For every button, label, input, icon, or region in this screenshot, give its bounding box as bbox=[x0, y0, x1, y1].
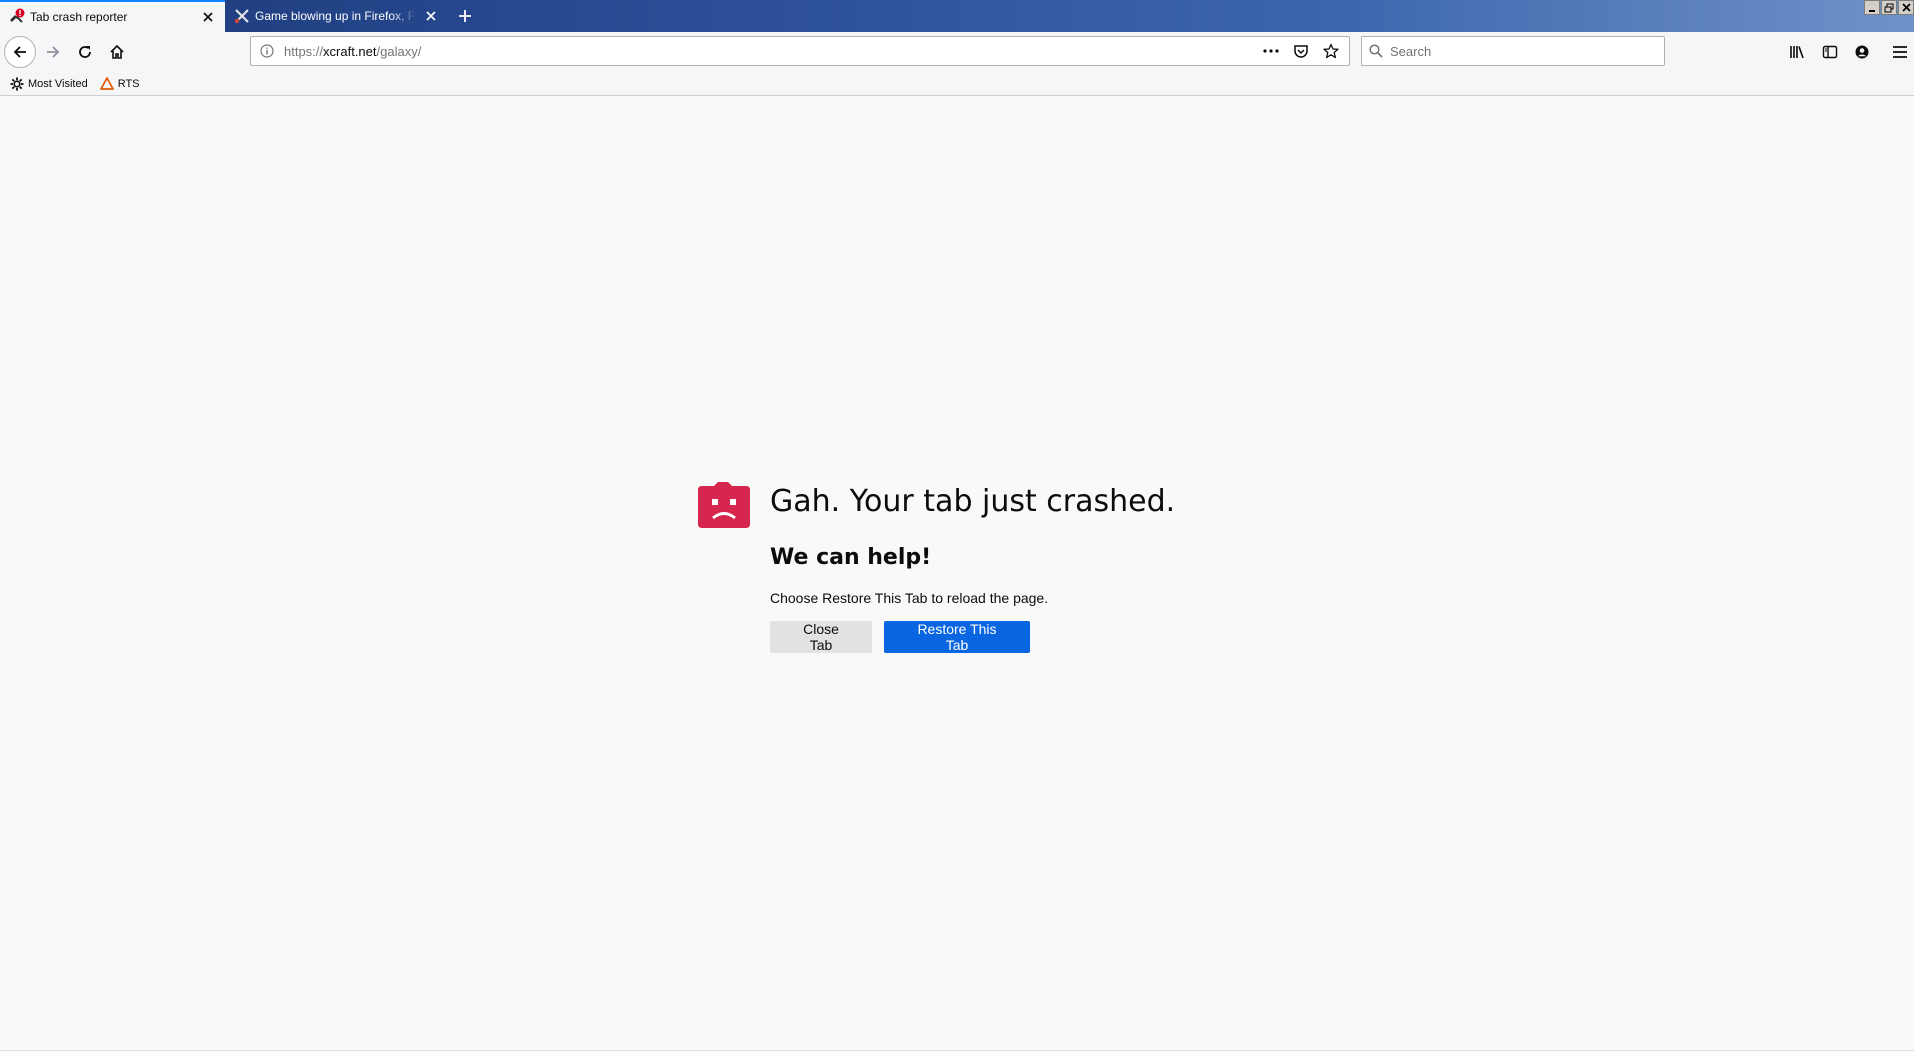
bookmark-most-visited[interactable]: Most Visited bbox=[10, 77, 88, 91]
url-domain: xcraft.net bbox=[323, 43, 377, 59]
minimize-button[interactable] bbox=[1864, 0, 1880, 15]
sidebar-icon bbox=[1822, 45, 1838, 59]
library-button[interactable] bbox=[1784, 38, 1812, 66]
bookmark-star-icon[interactable] bbox=[1317, 38, 1345, 64]
reload-button[interactable] bbox=[70, 37, 100, 67]
close-tab-button[interactable]: Close Tab bbox=[770, 621, 872, 653]
restore-window-button[interactable] bbox=[1881, 0, 1897, 15]
bookmarks-toolbar: Most Visited RTS bbox=[0, 72, 1914, 96]
pocket-icon[interactable] bbox=[1287, 38, 1315, 64]
url-bar[interactable]: https://xcraft.net/galaxy/ bbox=[250, 36, 1350, 66]
crash-message: Choose Restore This Tab to reload the pa… bbox=[770, 590, 1049, 606]
back-arrow-icon bbox=[13, 46, 26, 58]
page-actions-menu-icon[interactable] bbox=[1257, 38, 1285, 64]
restore-tab-button[interactable]: Restore This Tab bbox=[884, 621, 1030, 653]
hamburger-menu-icon bbox=[1893, 46, 1907, 58]
tab-crash-reporter[interactable]: Tab crash reporter bbox=[0, 0, 225, 32]
new-tab-button[interactable] bbox=[452, 3, 478, 29]
home-button[interactable] bbox=[102, 37, 132, 67]
tab-close-icon[interactable] bbox=[199, 8, 217, 26]
bookmark-rts[interactable]: RTS bbox=[99, 77, 140, 90]
page-title: Gah. Your tab just crashed. bbox=[770, 484, 1176, 519]
forward-button[interactable] bbox=[38, 37, 68, 67]
sad-folder-icon bbox=[698, 482, 750, 528]
search-bar[interactable] bbox=[1361, 36, 1665, 66]
bookmark-label: Most Visited bbox=[28, 77, 88, 90]
site-info-icon[interactable] bbox=[254, 38, 280, 64]
tab-title: Tab crash reporter bbox=[30, 10, 128, 24]
gear-icon bbox=[10, 77, 24, 90]
page-actions bbox=[1257, 38, 1349, 64]
window-controls bbox=[1864, 0, 1914, 16]
tab-strip: Tab crash reporter Game blowing up in Fi… bbox=[0, 0, 1914, 32]
url-scheme: https:// bbox=[284, 43, 324, 59]
bookmark-label: RTS bbox=[117, 77, 140, 90]
url-text[interactable]: https://xcraft.net/galaxy/ bbox=[280, 44, 1257, 59]
crossed-swords-favicon bbox=[233, 7, 251, 25]
tab-close-icon[interactable] bbox=[422, 7, 440, 25]
search-input[interactable] bbox=[1390, 43, 1664, 59]
reload-icon bbox=[79, 46, 91, 58]
library-icon bbox=[1790, 46, 1804, 59]
url-path: /galaxy/ bbox=[376, 43, 422, 59]
account-icon bbox=[1855, 45, 1869, 59]
menu-button[interactable] bbox=[1886, 38, 1914, 66]
back-button[interactable] bbox=[4, 36, 36, 68]
home-icon bbox=[110, 44, 124, 59]
close-window-button[interactable] bbox=[1898, 0, 1914, 15]
divider bbox=[0, 1050, 1914, 1051]
plus-icon bbox=[459, 10, 471, 22]
sidebar-button[interactable] bbox=[1816, 38, 1844, 66]
crash-actions: Close Tab Restore This Tab bbox=[770, 621, 1030, 653]
search-icon bbox=[1362, 44, 1390, 58]
account-button[interactable] bbox=[1848, 38, 1876, 66]
page-subtitle: We can help! bbox=[770, 545, 932, 570]
warning-triangle-icon bbox=[99, 77, 114, 90]
forward-arrow-icon bbox=[47, 46, 60, 58]
tab-game-blowing-up[interactable]: Game blowing up in Firefox, Firefo bbox=[225, 0, 448, 32]
page-content: Gah. Your tab just crashed. We can help!… bbox=[0, 96, 1914, 1053]
tab-title: Game blowing up in Firefox, Firefo bbox=[255, 9, 416, 23]
crash-reporter-favicon bbox=[8, 8, 26, 26]
navigation-toolbar: https://xcraft.net/galaxy/ bbox=[0, 32, 1914, 72]
